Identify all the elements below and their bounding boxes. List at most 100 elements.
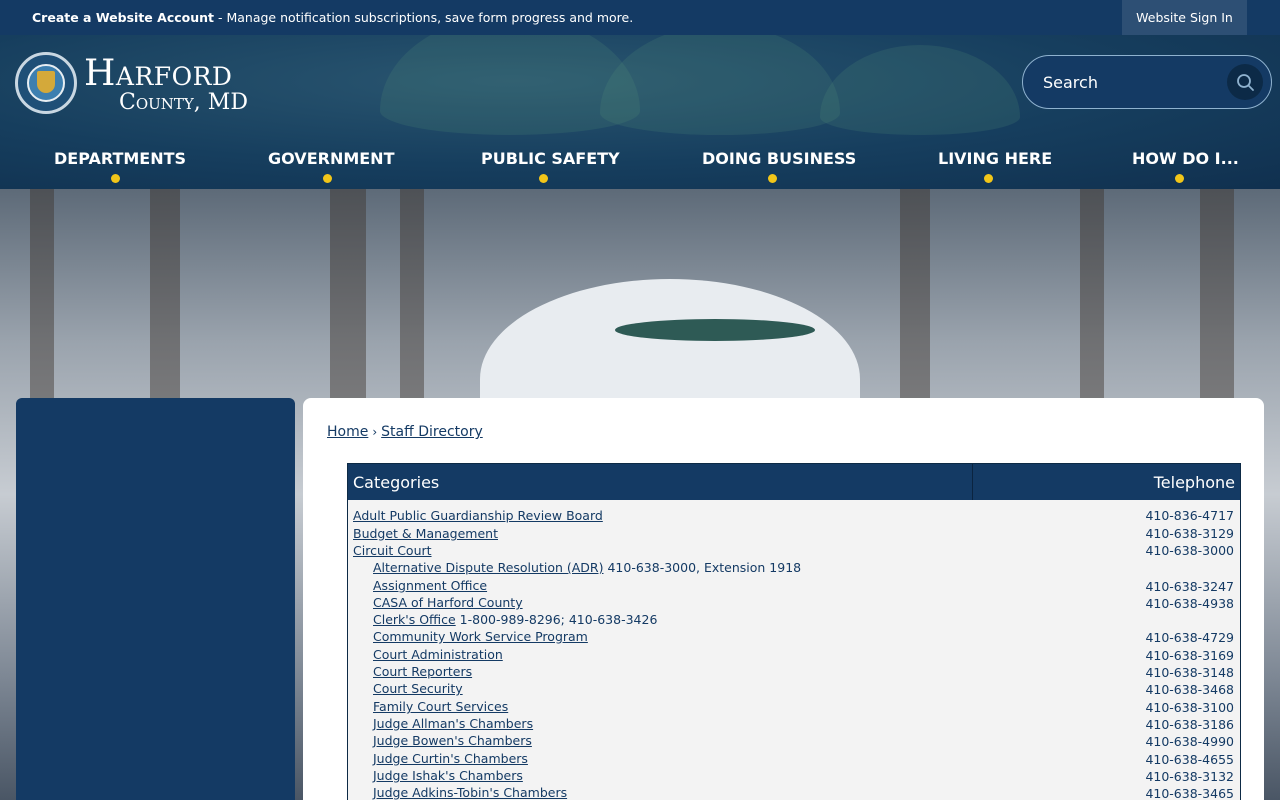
directory-entry: Circuit Court bbox=[353, 543, 432, 558]
directory-entry-link[interactable]: Budget & Management bbox=[353, 526, 498, 541]
column-divider bbox=[972, 464, 973, 500]
directory-entry-telephone: 410-638-3100 bbox=[1145, 700, 1234, 715]
table-row: Judge Ishak's Chambers 410-638-3132 bbox=[348, 768, 1240, 785]
left-sidebar bbox=[16, 398, 295, 800]
breadcrumb-separator: › bbox=[372, 425, 378, 439]
nav-indicator-dot bbox=[322, 174, 332, 183]
directory-entry: Court Administration bbox=[373, 647, 503, 662]
directory-entry-link[interactable]: Assignment Office bbox=[373, 578, 487, 593]
directory-entry-telephone: 410-638-4655 bbox=[1145, 752, 1234, 767]
logo-subtitle: County, MD bbox=[119, 90, 248, 115]
directory-entry-link[interactable]: Court Administration bbox=[373, 647, 503, 662]
staff-directory-table: Categories Telephone Adult Public Guardi… bbox=[347, 463, 1241, 800]
nav-label: PUBLIC SAFETY bbox=[481, 149, 620, 168]
directory-entry-link[interactable]: CASA of Harford County bbox=[373, 595, 523, 610]
header-foliage bbox=[820, 45, 1020, 135]
utility-bar: Create a Website Account - Manage notifi… bbox=[0, 0, 1280, 35]
directory-entry-telephone: 410-638-3000 bbox=[1145, 543, 1234, 558]
directory-entry: Family Court Services bbox=[373, 699, 508, 714]
directory-entry-link[interactable]: Circuit Court bbox=[353, 543, 432, 558]
header-foliage bbox=[380, 35, 640, 135]
table-row: Budget & Management 410-638-3129 bbox=[348, 526, 1240, 543]
table-row: Circuit Court 410-638-3000 bbox=[348, 543, 1240, 560]
nav-indicator-dot bbox=[111, 174, 120, 183]
header-foliage bbox=[600, 35, 840, 135]
nav-living-here[interactable]: LIVING HERE bbox=[938, 149, 1052, 183]
directory-entry-link[interactable]: Court Reporters bbox=[373, 664, 472, 679]
column-header-telephone: Telephone bbox=[1153, 473, 1235, 492]
nav-indicator-dot bbox=[539, 174, 548, 183]
directory-entry: Budget & Management bbox=[353, 526, 498, 541]
directory-entry-link[interactable]: Court Security bbox=[373, 681, 463, 696]
directory-entry: Judge Adkins-Tobin's Chambers bbox=[373, 785, 567, 800]
directory-entry-telephone: 410-638-3465 bbox=[1145, 786, 1234, 800]
nav-how-do-i[interactable]: HOW DO I... bbox=[1132, 149, 1239, 183]
directory-entry: Adult Public Guardianship Review Board bbox=[353, 508, 603, 523]
table-row: Judge Adkins-Tobin's Chambers 410-638-346… bbox=[348, 785, 1240, 800]
breadcrumb-staff-directory-link[interactable]: Staff Directory bbox=[381, 424, 483, 440]
nav-departments[interactable]: DEPARTMENTS bbox=[54, 149, 186, 183]
directory-entry: Judge Allman's Chambers bbox=[373, 716, 533, 731]
breadcrumb: Home › Staff Directory bbox=[327, 424, 483, 440]
directory-entry-telephone: 410-638-3129 bbox=[1145, 526, 1234, 541]
table-row: Judge Curtin's Chambers 410-638-4655 bbox=[348, 751, 1240, 768]
directory-entry-link[interactable]: Judge Bowen's Chambers bbox=[373, 733, 532, 748]
directory-entry-link[interactable]: Judge Allman's Chambers bbox=[373, 716, 533, 731]
directory-entry-link[interactable]: Judge Adkins-Tobin's Chambers bbox=[373, 785, 567, 800]
table-row: Judge Allman's Chambers 410-638-3186 bbox=[348, 716, 1240, 733]
website-sign-in-button[interactable]: Website Sign In bbox=[1122, 0, 1247, 35]
nav-label: LIVING HERE bbox=[938, 149, 1053, 168]
directory-entry-telephone: 410-638-3132 bbox=[1145, 769, 1234, 784]
search-icon bbox=[1237, 74, 1254, 91]
directory-entry-link[interactable]: Clerk's Office bbox=[373, 612, 456, 627]
directory-entry-link[interactable]: Community Work Service Program bbox=[373, 629, 588, 644]
directory-entry-link[interactable]: Alternative Dispute Resolution (ADR) bbox=[373, 560, 604, 575]
directory-entry-inline-phone: 1-800-989-8296; 410-638-3426 bbox=[455, 612, 658, 627]
hero-evergreen bbox=[615, 319, 815, 341]
nav-label: DEPARTMENTS bbox=[54, 149, 187, 168]
nav-public-safety[interactable]: PUBLIC SAFETY bbox=[481, 149, 620, 183]
table-row: Court Administration 410-638-3169 bbox=[348, 647, 1240, 664]
breadcrumb-home-link[interactable]: Home bbox=[327, 424, 368, 440]
create-account-label[interactable]: Create a Website Account bbox=[32, 10, 214, 25]
nav-government[interactable]: GOVERNMENT bbox=[268, 149, 394, 183]
table-row: Family Court Services 410-638-3100 bbox=[348, 699, 1240, 716]
table-row: Clerk's Office 1-800-989-8296; 410-638-3… bbox=[348, 612, 1240, 629]
table-row: CASA of Harford County 410-638-4938 bbox=[348, 595, 1240, 612]
directory-entry-telephone: 410-638-3247 bbox=[1145, 579, 1234, 594]
directory-entry-inline-phone: 410-638-3000, Extension 1918 bbox=[603, 560, 802, 575]
logo-title: Harford bbox=[84, 53, 233, 94]
directory-entry-telephone: 410-638-3148 bbox=[1145, 665, 1234, 680]
table-row: Court Reporters 410-638-3148 bbox=[348, 664, 1240, 681]
nav-label: DOING BUSINESS bbox=[702, 149, 857, 168]
directory-entry-telephone: 410-638-4938 bbox=[1145, 596, 1234, 611]
nav-indicator-dot bbox=[767, 174, 777, 183]
county-seal-icon bbox=[15, 52, 77, 114]
search-input[interactable]: Search bbox=[1043, 73, 1098, 92]
directory-entry: CASA of Harford County bbox=[373, 595, 523, 610]
search-button[interactable] bbox=[1227, 64, 1263, 100]
create-account-description: - Manage notification subscriptions, sav… bbox=[214, 10, 634, 25]
directory-entry: Court Security bbox=[373, 681, 463, 696]
directory-entry-telephone: 410-638-3468 bbox=[1145, 682, 1234, 697]
create-account-link[interactable]: Create a Website Account - Manage notifi… bbox=[32, 10, 633, 25]
table-row: Court Security 410-638-3468 bbox=[348, 681, 1240, 698]
directory-entry-telephone: 410-638-4990 bbox=[1145, 734, 1234, 749]
table-header: Categories Telephone bbox=[348, 464, 1240, 500]
directory-entry: Judge Bowen's Chambers bbox=[373, 733, 532, 748]
table-row: Community Work Service Program 410-638-47… bbox=[348, 629, 1240, 646]
nav-doing-business[interactable]: DOING BUSINESS bbox=[702, 149, 856, 183]
directory-entry-link[interactable]: Judge Ishak's Chambers bbox=[373, 768, 523, 783]
table-row: Assignment Office 410-638-3247 bbox=[348, 578, 1240, 595]
directory-entry-telephone: 410-638-3186 bbox=[1145, 717, 1234, 732]
directory-entry-link[interactable]: Family Court Services bbox=[373, 699, 508, 714]
directory-entry-link[interactable]: Judge Curtin's Chambers bbox=[373, 751, 528, 766]
column-header-categories: Categories bbox=[353, 473, 440, 492]
directory-entry: Clerk's Office 1-800-989-8296; 410-638-3… bbox=[373, 612, 657, 627]
table-row: Adult Public Guardianship Review Board 41… bbox=[348, 508, 1240, 525]
search-box[interactable]: Search bbox=[1022, 55, 1272, 109]
directory-entry: Community Work Service Program bbox=[373, 629, 588, 644]
directory-entry-telephone: 410-638-3169 bbox=[1145, 648, 1234, 663]
main-content: Home › Staff Directory Categories Telephon… bbox=[303, 398, 1264, 800]
directory-entry-link[interactable]: Adult Public Guardianship Review Board bbox=[353, 508, 603, 523]
